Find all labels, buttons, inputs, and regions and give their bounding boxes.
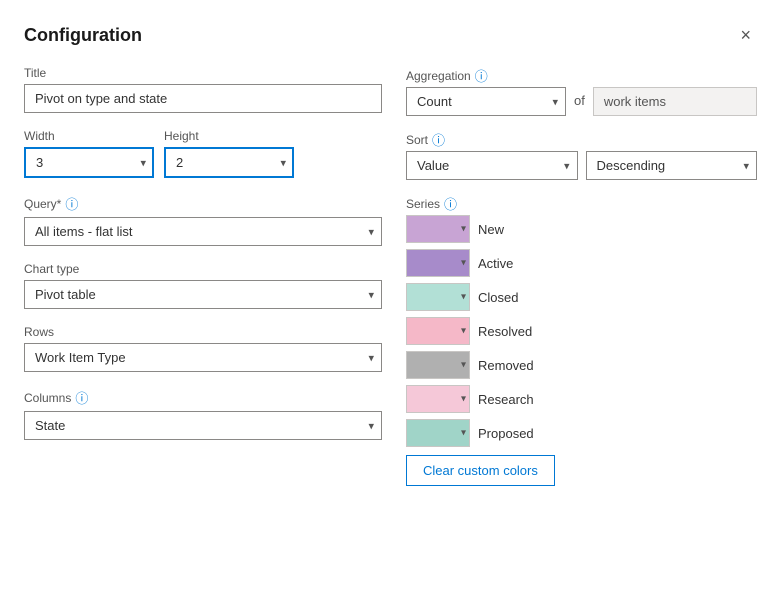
aggregation-header: Aggregation ⓘ	[406, 66, 757, 85]
color-swatch-wrapper-2[interactable]: ▾	[406, 283, 470, 311]
series-name-2: Closed	[478, 290, 518, 305]
chart-type-label: Chart type	[24, 262, 382, 276]
of-label: of	[574, 93, 585, 116]
chart-type-field-group: Chart type Pivot table Bar chart Pie cha…	[24, 262, 382, 309]
series-name-1: Active	[478, 256, 513, 271]
color-swatch-5	[406, 385, 470, 413]
query-select[interactable]: All items - flat list My queries Shared …	[24, 217, 382, 246]
query-info-icon[interactable]: ⓘ	[65, 194, 78, 213]
columns-label: Columns ⓘ	[24, 388, 382, 407]
aggregation-section: Aggregation ⓘ Count Sum Average ▾	[406, 66, 757, 116]
color-swatch-1	[406, 249, 470, 277]
series-name-0: New	[478, 222, 504, 237]
series-name-6: Proposed	[478, 426, 534, 441]
dimensions-row: Width 1 2 3 4 5 6 ▾	[24, 129, 382, 178]
color-swatch-3	[406, 317, 470, 345]
sort-info-icon[interactable]: ⓘ	[432, 130, 445, 149]
sort-direction-group: Descending Ascending ▾	[586, 151, 758, 180]
aggregation-info-icon[interactable]: ⓘ	[475, 66, 488, 85]
height-label: Height	[164, 129, 294, 143]
columns-select[interactable]: State Work Item Type Assigned To	[24, 411, 382, 440]
sort-section: Sort ⓘ Value Label ▾	[406, 130, 757, 180]
color-swatch-wrapper-5[interactable]: ▾	[406, 385, 470, 413]
query-field-group: Query* ⓘ All items - flat list My querie…	[24, 194, 382, 246]
color-swatch-wrapper-1[interactable]: ▾	[406, 249, 470, 277]
color-swatch-wrapper-4[interactable]: ▾	[406, 351, 470, 379]
series-name-5: Research	[478, 392, 534, 407]
clear-custom-colors-button[interactable]: Clear custom colors	[406, 455, 555, 486]
dialog-title: Configuration	[24, 25, 142, 46]
color-swatch-0	[406, 215, 470, 243]
series-item: ▾ Proposed	[406, 419, 757, 447]
series-header: Series ⓘ	[406, 194, 757, 213]
chart-type-select[interactable]: Pivot table Bar chart Pie chart	[24, 280, 382, 309]
series-name-4: Removed	[478, 358, 534, 373]
configuration-dialog: Configuration × Title Width	[0, 0, 781, 603]
series-item: ▾ New	[406, 215, 757, 243]
query-label: Query* ⓘ	[24, 194, 382, 213]
close-button[interactable]: ×	[734, 24, 757, 46]
dialog-header: Configuration ×	[24, 24, 757, 46]
color-swatch-wrapper-6[interactable]: ▾	[406, 419, 470, 447]
width-label: Width	[24, 129, 154, 143]
series-item: ▾ Closed	[406, 283, 757, 311]
color-swatch-wrapper-0[interactable]: ▾	[406, 215, 470, 243]
title-field-group: Title	[24, 66, 382, 113]
sort-header: Sort ⓘ	[406, 130, 757, 149]
sort-value-group: Value Label ▾	[406, 151, 578, 180]
series-item: ▾ Active	[406, 249, 757, 277]
sort-select[interactable]: Value Label	[406, 151, 578, 180]
color-swatch-wrapper-3[interactable]: ▾	[406, 317, 470, 345]
dialog-body: Title Width 1 2 3 4 5	[24, 66, 757, 579]
sort-direction-select[interactable]: Descending Ascending	[586, 151, 758, 180]
aggregation-select[interactable]: Count Sum Average	[406, 87, 566, 116]
rows-select[interactable]: Work Item Type Assigned To State Area Pa…	[24, 343, 382, 372]
title-label: Title	[24, 66, 382, 80]
aggregation-select-group: Count Sum Average ▾	[406, 87, 566, 116]
sort-direction-select-wrapper: Descending Ascending ▾	[586, 151, 758, 180]
rows-field-group: Rows Work Item Type Assigned To State Ar…	[24, 325, 382, 372]
height-select-wrapper: 1 2 3 4 ▾	[164, 147, 294, 178]
left-panel: Title Width 1 2 3 4 5	[24, 66, 382, 579]
right-panel: Aggregation ⓘ Count Sum Average ▾	[406, 66, 757, 579]
width-select[interactable]: 1 2 3 4 5 6	[24, 147, 154, 178]
aggregation-select-wrapper: Count Sum Average ▾	[406, 87, 566, 116]
rows-label: Rows	[24, 325, 382, 339]
columns-field-group: Columns ⓘ State Work Item Type Assigned …	[24, 388, 382, 440]
width-select-wrapper: 1 2 3 4 5 6 ▾	[24, 147, 154, 178]
height-select[interactable]: 1 2 3 4	[164, 147, 294, 178]
series-list: ▾ New ▾ Active ▾ Closed ▾ Resolved	[406, 215, 757, 447]
width-field-group: Width 1 2 3 4 5 6 ▾	[24, 129, 154, 178]
height-field-group: Height 1 2 3 4 ▾	[164, 129, 294, 178]
series-name-3: Resolved	[478, 324, 532, 339]
series-item: ▾ Research	[406, 385, 757, 413]
query-select-wrapper: All items - flat list My queries Shared …	[24, 217, 382, 246]
aggregation-row: Count Sum Average ▾ of work items	[406, 87, 757, 116]
color-swatch-4	[406, 351, 470, 379]
series-item: ▾ Resolved	[406, 317, 757, 345]
series-section: Series ⓘ ▾ New ▾ Active ▾ Closed	[406, 194, 757, 486]
series-info-icon[interactable]: ⓘ	[444, 194, 457, 213]
sort-row: Value Label ▾ Descending Ascending	[406, 151, 757, 180]
series-item: ▾ Removed	[406, 351, 757, 379]
title-input[interactable]	[24, 84, 382, 113]
columns-info-icon[interactable]: ⓘ	[75, 388, 88, 407]
sort-select-wrapper: Value Label ▾	[406, 151, 578, 180]
color-swatch-2	[406, 283, 470, 311]
color-swatch-6	[406, 419, 470, 447]
work-items-box: work items	[593, 87, 757, 116]
